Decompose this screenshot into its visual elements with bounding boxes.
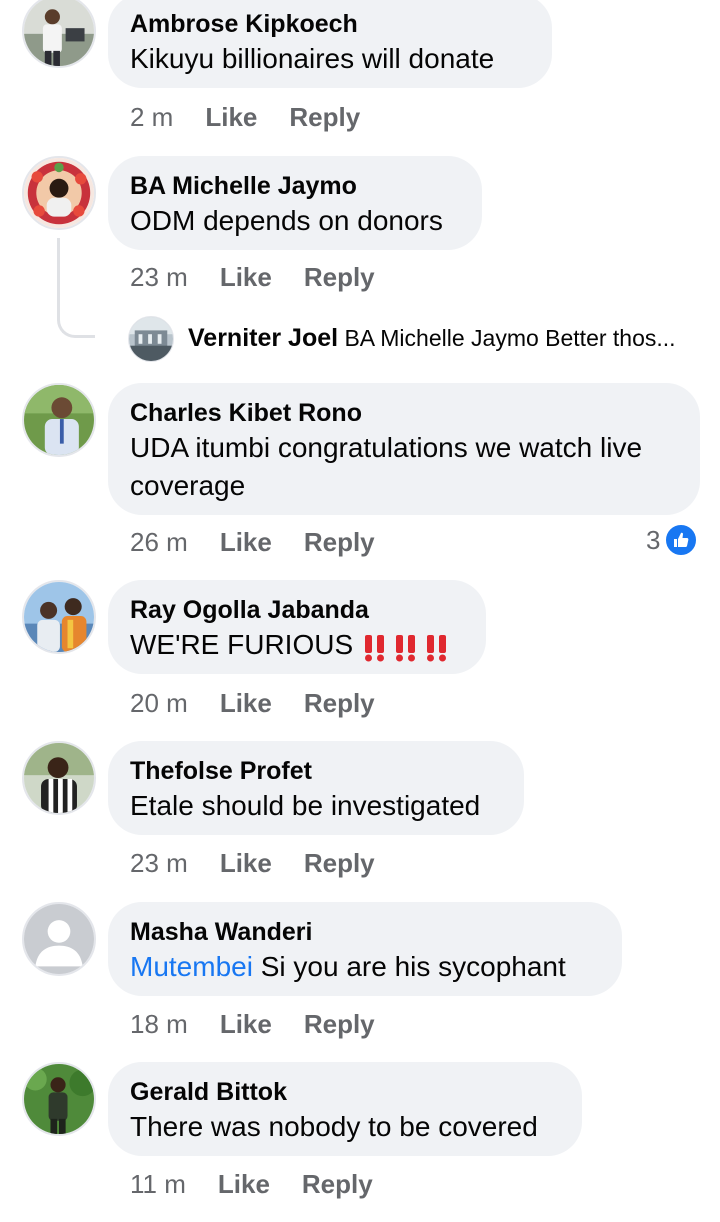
reply-button[interactable]: Reply (304, 1007, 375, 1041)
comment-time[interactable]: 18 m (130, 1007, 188, 1041)
reply-button[interactable]: Reply (304, 260, 375, 294)
emoji-group (361, 628, 454, 666)
comment-text: Kikuyu billionaires will donate (130, 43, 495, 74)
avatar[interactable] (22, 580, 96, 654)
double-exclamation-icon (423, 633, 451, 663)
comment-text: coverage (130, 470, 246, 501)
reply-preview[interactable]: Verniter Joel BA Michelle Jaymo Better t… (188, 322, 708, 354)
comment-author[interactable]: Thefolse Profet (130, 755, 502, 787)
comment-actions: 26 m Like Reply (130, 525, 375, 559)
avatar[interactable] (22, 383, 96, 457)
comment-text: Etale should be investigated (130, 790, 481, 821)
comment-author[interactable]: Gerald Bittok (130, 1076, 560, 1108)
comment-time[interactable]: 26 m (130, 525, 188, 559)
reaction-count: 3 (646, 524, 661, 555)
comment-actions: 23 m Like Reply (130, 846, 375, 880)
comment-bubble: BA Michelle Jaymo ODM depends on donors (108, 156, 482, 250)
reply-button[interactable]: Reply (304, 525, 375, 559)
comment-time[interactable]: 23 m (130, 846, 188, 880)
avatar[interactable] (22, 902, 96, 976)
reply-snippet: BA Michelle Jaymo Better thos... (344, 325, 676, 351)
comment-bubble: Masha Wanderi Mutembei Si you are his sy… (108, 902, 622, 996)
like-button[interactable]: Like (220, 525, 272, 559)
like-button[interactable]: Like (218, 1167, 270, 1201)
like-button[interactable]: Like (220, 686, 272, 720)
comment-actions: 18 m Like Reply (130, 1007, 375, 1041)
comment-author[interactable]: Ray Ogolla Jabanda (130, 594, 464, 626)
comment-author[interactable]: Masha Wanderi (130, 916, 600, 948)
reaction-summary[interactable]: 3 (646, 522, 699, 558)
double-exclamation-icon (361, 633, 389, 663)
comment-author[interactable]: Ambrose Kipkoech (130, 8, 530, 40)
like-button[interactable]: Like (220, 260, 272, 294)
thumbs-up-icon (664, 523, 699, 557)
reply-button[interactable]: Reply (302, 1167, 373, 1201)
reply-author[interactable]: Verniter Joel (188, 324, 338, 352)
comment-author[interactable]: BA Michelle Jaymo (130, 170, 460, 202)
comment-text: ODM depends on donors (130, 205, 443, 236)
comment-actions: 23 m Like Reply (130, 260, 375, 294)
comment-author[interactable]: Charles Kibet Rono (130, 397, 678, 429)
comment-time[interactable]: 23 m (130, 260, 188, 294)
comment-time[interactable]: 11 m (130, 1167, 186, 1201)
comment-text-content: Si you are his sycophant (252, 951, 566, 982)
like-button[interactable]: Like (220, 846, 272, 880)
comment-time[interactable]: 2 m (130, 100, 173, 134)
comment-actions: 11 m Like Reply (130, 1167, 373, 1201)
thread-connector (57, 238, 95, 338)
avatar[interactable] (22, 0, 96, 68)
avatar[interactable] (22, 1062, 96, 1136)
comment-time[interactable]: 20 m (130, 686, 188, 720)
avatar[interactable] (22, 741, 96, 815)
like-button[interactable]: Like (220, 1007, 272, 1041)
comment-bubble: Charles Kibet Rono UDA itumbi congratula… (108, 383, 700, 515)
comment-actions: 2 m Like Reply (130, 100, 360, 134)
comment-bubble: Gerald Bittok There was nobody to be cov… (108, 1062, 582, 1156)
comment-text: There was nobody to be covered (130, 1111, 538, 1142)
comment-bubble: Ray Ogolla Jabanda WE'RE FURIOUS (108, 580, 486, 674)
reply-button[interactable]: Reply (304, 846, 375, 880)
comment-actions: 20 m Like Reply (130, 686, 375, 720)
comment-bubble: Thefolse Profet Etale should be investig… (108, 741, 524, 835)
comment-bubble: Ambrose Kipkoech Kikuyu billionaires wil… (108, 0, 552, 88)
comment-text: Mutembei Si you are his sycophant (130, 948, 600, 986)
comment-text: WE'RE FURIOUS (130, 626, 464, 666)
reply-avatar[interactable] (128, 316, 174, 362)
mention-link[interactable]: Mutembei (130, 951, 253, 982)
like-button[interactable]: Like (205, 100, 257, 134)
comment-text: UDA itumbi congratulations we watch live (130, 432, 643, 463)
double-exclamation-icon (392, 633, 420, 663)
reply-button[interactable]: Reply (304, 686, 375, 720)
reply-button[interactable]: Reply (289, 100, 360, 134)
comment-text-content: WE'RE FURIOUS (130, 629, 354, 660)
avatar[interactable] (22, 156, 96, 230)
